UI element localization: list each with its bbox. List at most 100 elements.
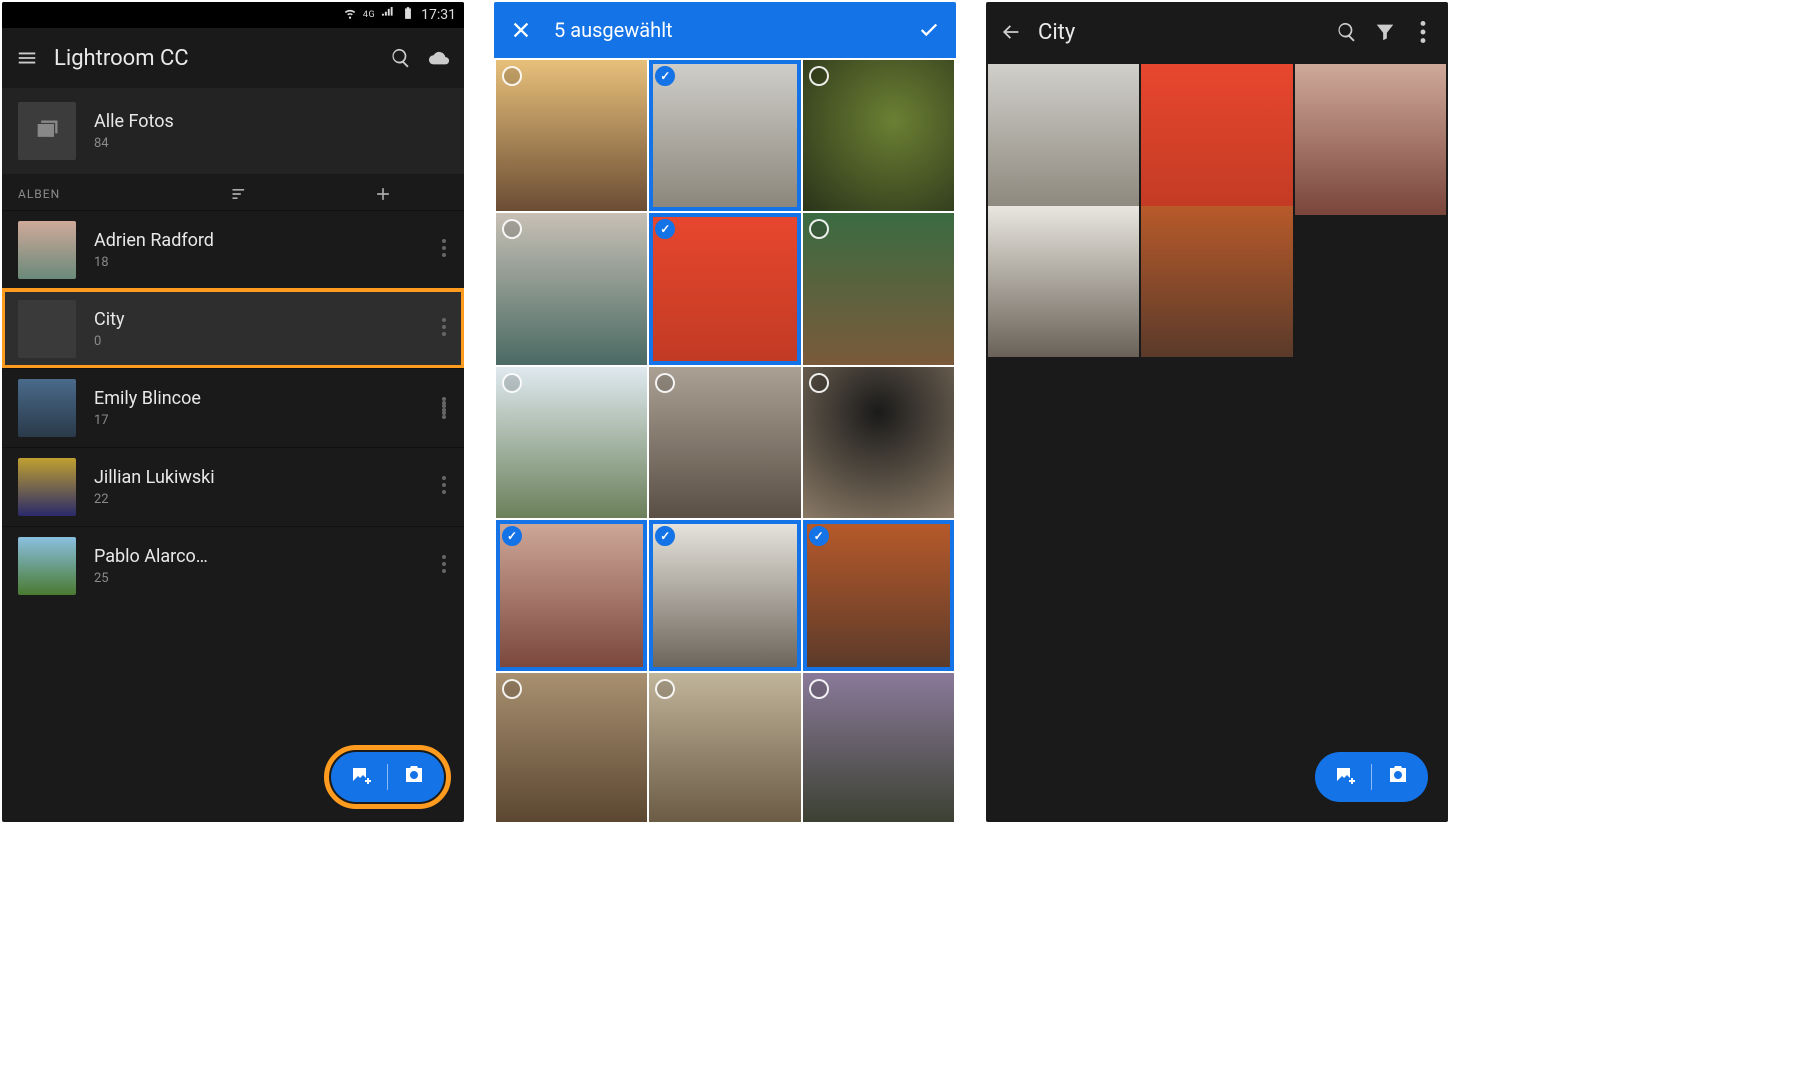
overflow-menu-icon[interactable] — [442, 239, 446, 261]
selection-indicator-icon — [655, 526, 675, 546]
fab-divider — [387, 764, 388, 790]
photo-cell[interactable] — [1295, 64, 1446, 215]
album-row[interactable]: Pablo Alarco… 25 — [2, 526, 464, 605]
album-name: City — [94, 309, 125, 330]
wifi-icon — [343, 6, 357, 24]
albums-list: Adrien Radford 18 City 0 Emily Blincoe 1… — [2, 210, 464, 605]
overflow-menu-icon[interactable] — [1412, 21, 1434, 43]
selection-indicator-icon — [502, 526, 522, 546]
album-row[interactable]: Adrien Radford 18 — [2, 210, 464, 289]
album-name: Jillian Lukiwski — [94, 467, 215, 488]
overflow-menu-icon[interactable] — [442, 318, 446, 340]
search-icon[interactable] — [390, 47, 412, 69]
photo-cell[interactable] — [803, 213, 954, 364]
album-count: 17 — [94, 413, 201, 428]
add-image-icon — [349, 763, 373, 791]
selection-indicator-icon — [655, 373, 675, 393]
photo-cell[interactable] — [803, 60, 954, 211]
selection-indicator-icon — [502, 66, 522, 86]
photo-cell[interactable] — [1141, 206, 1292, 357]
selection-indicator-icon — [655, 679, 675, 699]
filter-icon[interactable] — [1374, 21, 1396, 43]
phone-album-contents: City — [986, 2, 1448, 822]
cloud-icon[interactable] — [428, 47, 450, 69]
photo-cell[interactable] — [649, 60, 800, 211]
album-name: Emily Blincoe — [94, 388, 201, 409]
album-thumbnail — [18, 379, 76, 437]
search-icon[interactable] — [1336, 21, 1358, 43]
overflow-menu-icon[interactable] — [442, 555, 446, 577]
selection-indicator-icon — [655, 66, 675, 86]
signal-icon — [381, 6, 395, 24]
photo-cell[interactable] — [496, 367, 647, 518]
sort-icon[interactable] — [161, 184, 304, 204]
fab-divider — [1371, 764, 1372, 790]
overflow-menu-icon[interactable] — [442, 397, 446, 419]
selection-indicator-icon — [502, 679, 522, 699]
photo-cell[interactable] — [803, 520, 954, 671]
all-photos-label: Alle Fotos — [94, 111, 174, 132]
album-row[interactable]: City 0 — [2, 289, 464, 368]
confirm-icon[interactable] — [918, 19, 940, 41]
photo-cell[interactable] — [988, 64, 1139, 215]
photo-cell[interactable] — [649, 367, 800, 518]
app-topbar: Lightroom CC — [2, 28, 464, 88]
selection-indicator-icon — [655, 219, 675, 239]
album-count: 22 — [94, 492, 215, 507]
phone-albums-list: 4G 17:31 Lightroom CC Alle Fotos 84 — [2, 2, 464, 822]
add-album-icon[interactable] — [305, 184, 448, 204]
photo-cell[interactable] — [803, 367, 954, 518]
album-grid — [986, 62, 1448, 348]
photo-cell[interactable] — [496, 60, 647, 211]
selection-grid — [494, 58, 956, 822]
photo-cell[interactable] — [496, 673, 647, 822]
back-icon[interactable] — [1000, 21, 1022, 43]
add-image-icon — [1333, 763, 1357, 791]
selection-indicator-icon — [809, 219, 829, 239]
photo-cell[interactable] — [649, 213, 800, 364]
phone-photo-selection: 5 ausgewählt — [494, 2, 956, 822]
album-topbar: City — [986, 2, 1448, 62]
photo-cell[interactable] — [496, 520, 647, 671]
album-thumbnail — [18, 221, 76, 279]
photo-cell[interactable] — [496, 213, 647, 364]
photo-cell[interactable] — [988, 206, 1139, 357]
selection-indicator-icon — [809, 373, 829, 393]
all-photos-row[interactable]: Alle Fotos 84 — [2, 88, 464, 174]
add-photos-fab[interactable] — [331, 752, 444, 802]
overflow-menu-icon[interactable] — [442, 476, 446, 498]
album-title: City — [1038, 20, 1320, 45]
camera-icon — [402, 763, 426, 791]
clock-label: 17:31 — [421, 7, 456, 23]
camera-icon — [1386, 763, 1410, 791]
album-name: Pablo Alarco… — [94, 546, 208, 567]
albums-section-header: ALBEN — [2, 174, 464, 210]
selection-indicator-icon — [809, 526, 829, 546]
album-row[interactable]: Emily Blincoe 17 — [2, 368, 464, 447]
photo-cell[interactable] — [649, 520, 800, 671]
photo-cell[interactable] — [803, 673, 954, 822]
photos-stack-icon — [18, 102, 76, 160]
photo-cell[interactable] — [1141, 64, 1292, 215]
albums-section-label: ALBEN — [18, 187, 161, 201]
album-row[interactable]: Jillian Lukiwski 22 — [2, 447, 464, 526]
photo-cell[interactable] — [649, 673, 800, 822]
album-thumbnail — [18, 300, 76, 358]
album-count: 0 — [94, 334, 125, 349]
app-title: Lightroom CC — [54, 46, 374, 71]
add-photos-fab[interactable] — [1315, 752, 1428, 802]
album-count: 18 — [94, 255, 214, 270]
album-thumbnail — [18, 458, 76, 516]
all-photos-count: 84 — [94, 136, 174, 151]
album-count: 25 — [94, 571, 208, 586]
selection-topbar: 5 ausgewählt — [494, 2, 956, 58]
battery-icon — [401, 6, 415, 24]
hamburger-icon[interactable] — [16, 47, 38, 69]
selection-indicator-icon — [809, 679, 829, 699]
close-icon[interactable] — [510, 19, 532, 41]
selection-indicator-icon — [502, 219, 522, 239]
network-label: 4G — [363, 10, 375, 20]
album-name: Adrien Radford — [94, 230, 214, 251]
album-thumbnail — [18, 537, 76, 595]
status-bar: 4G 17:31 — [2, 2, 464, 28]
